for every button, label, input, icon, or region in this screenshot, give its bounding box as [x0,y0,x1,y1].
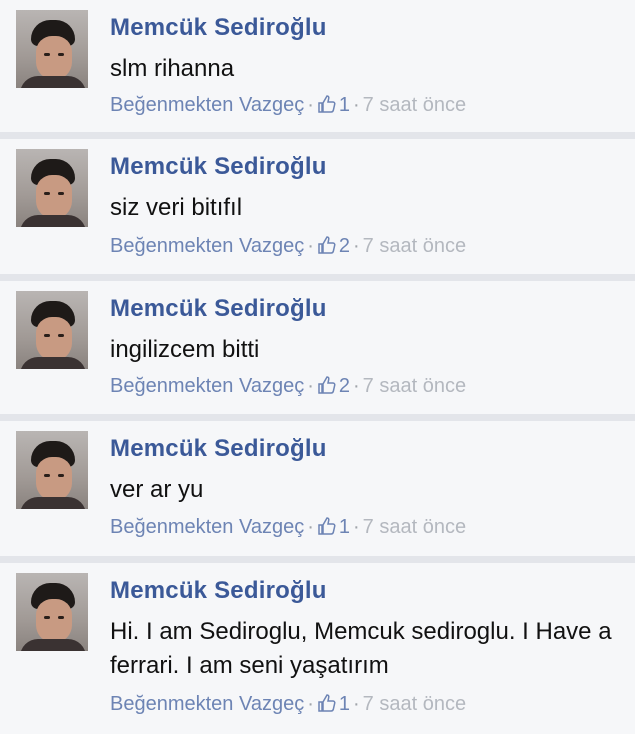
comment-author[interactable]: Memcük Sediroğlu [110,295,327,323]
separator-dot: · [353,94,360,116]
unlike-link[interactable]: Beğenmekten Vazgeç [110,94,304,116]
comment-actions: Beğenmekten Vazgeç · 1 · 7 saat önce [110,693,466,716]
separator-dot: · [353,375,360,397]
like-count[interactable]: 1 [339,94,350,116]
comment-timestamp[interactable]: 7 saat önce [363,375,466,397]
like-count[interactable]: 2 [339,235,350,257]
avatar[interactable] [16,149,88,227]
avatar[interactable] [16,10,88,88]
separator-dot: · [353,516,360,538]
like-count[interactable]: 1 [339,693,350,715]
comment-text: slm rihanna [110,55,235,82]
thumbs-up-icon[interactable] [317,516,337,536]
avatar[interactable] [16,573,88,651]
unlike-link[interactable]: Beğenmekten Vazgeç [110,235,304,257]
separator-dot: · [307,375,314,397]
thumbs-up-icon[interactable] [317,235,337,255]
unlike-link[interactable]: Beğenmekten Vazgeç [110,693,304,715]
like-count[interactable]: 2 [339,375,350,397]
comment-text: ver ar yu [110,476,204,503]
comment-timestamp[interactable]: 7 saat önce [363,693,466,715]
comment-feed: Memcük Sediroğlu slm rihanna Beğenmekten… [0,0,635,734]
comment-author[interactable]: Memcük Sediroğlu [110,577,327,605]
comment-author[interactable]: Memcük Sediroğlu [110,14,327,42]
separator-dot: · [353,235,360,257]
separator-dot: · [307,693,314,715]
comment-text: Hi. I am Sediroglu, Memcuk sediroglu. I … [110,618,612,679]
comment-item: Memcük Sediroğlu slm rihanna Beğenmekten… [0,0,635,132]
separator-dot: · [307,516,314,538]
comment-item: Memcük Sediroğlu ver ar yu Beğenmekten V… [0,421,635,556]
separator-dot: · [307,94,314,116]
comment-text: ingilizcem bitti [110,336,260,363]
comment-item: Memcük Sediroğlu Hi. I am Sediroglu, Mem… [0,563,635,734]
comment-timestamp[interactable]: 7 saat önce [363,94,466,116]
unlike-link[interactable]: Beğenmekten Vazgeç [110,516,304,538]
comment-actions: Beğenmekten Vazgeç · 1 · 7 saat önce [110,94,466,117]
unlike-link[interactable]: Beğenmekten Vazgeç [110,375,304,397]
avatar[interactable] [16,431,88,509]
comment-timestamp[interactable]: 7 saat önce [363,235,466,257]
comment-author[interactable]: Memcük Sediroğlu [110,435,327,463]
comment-text: siz veri bitıfıl [110,194,243,221]
comment-actions: Beğenmekten Vazgeç · 2 · 7 saat önce [110,235,466,258]
thumbs-up-icon[interactable] [317,94,337,114]
comment-actions: Beğenmekten Vazgeç · 1 · 7 saat önce [110,516,466,539]
comment-author[interactable]: Memcük Sediroğlu [110,153,327,181]
separator-dot: · [353,693,360,715]
comment-item: Memcük Sediroğlu ingilizcem bitti Beğenm… [0,281,635,414]
comment-actions: Beğenmekten Vazgeç · 2 · 7 saat önce [110,375,466,398]
avatar[interactable] [16,291,88,369]
thumbs-up-icon[interactable] [317,375,337,395]
separator-dot: · [307,235,314,257]
comment-item: Memcük Sediroğlu siz veri bitıfıl Beğenm… [0,139,635,274]
comment-timestamp[interactable]: 7 saat önce [363,516,466,538]
thumbs-up-icon[interactable] [317,693,337,713]
like-count[interactable]: 1 [339,516,350,538]
